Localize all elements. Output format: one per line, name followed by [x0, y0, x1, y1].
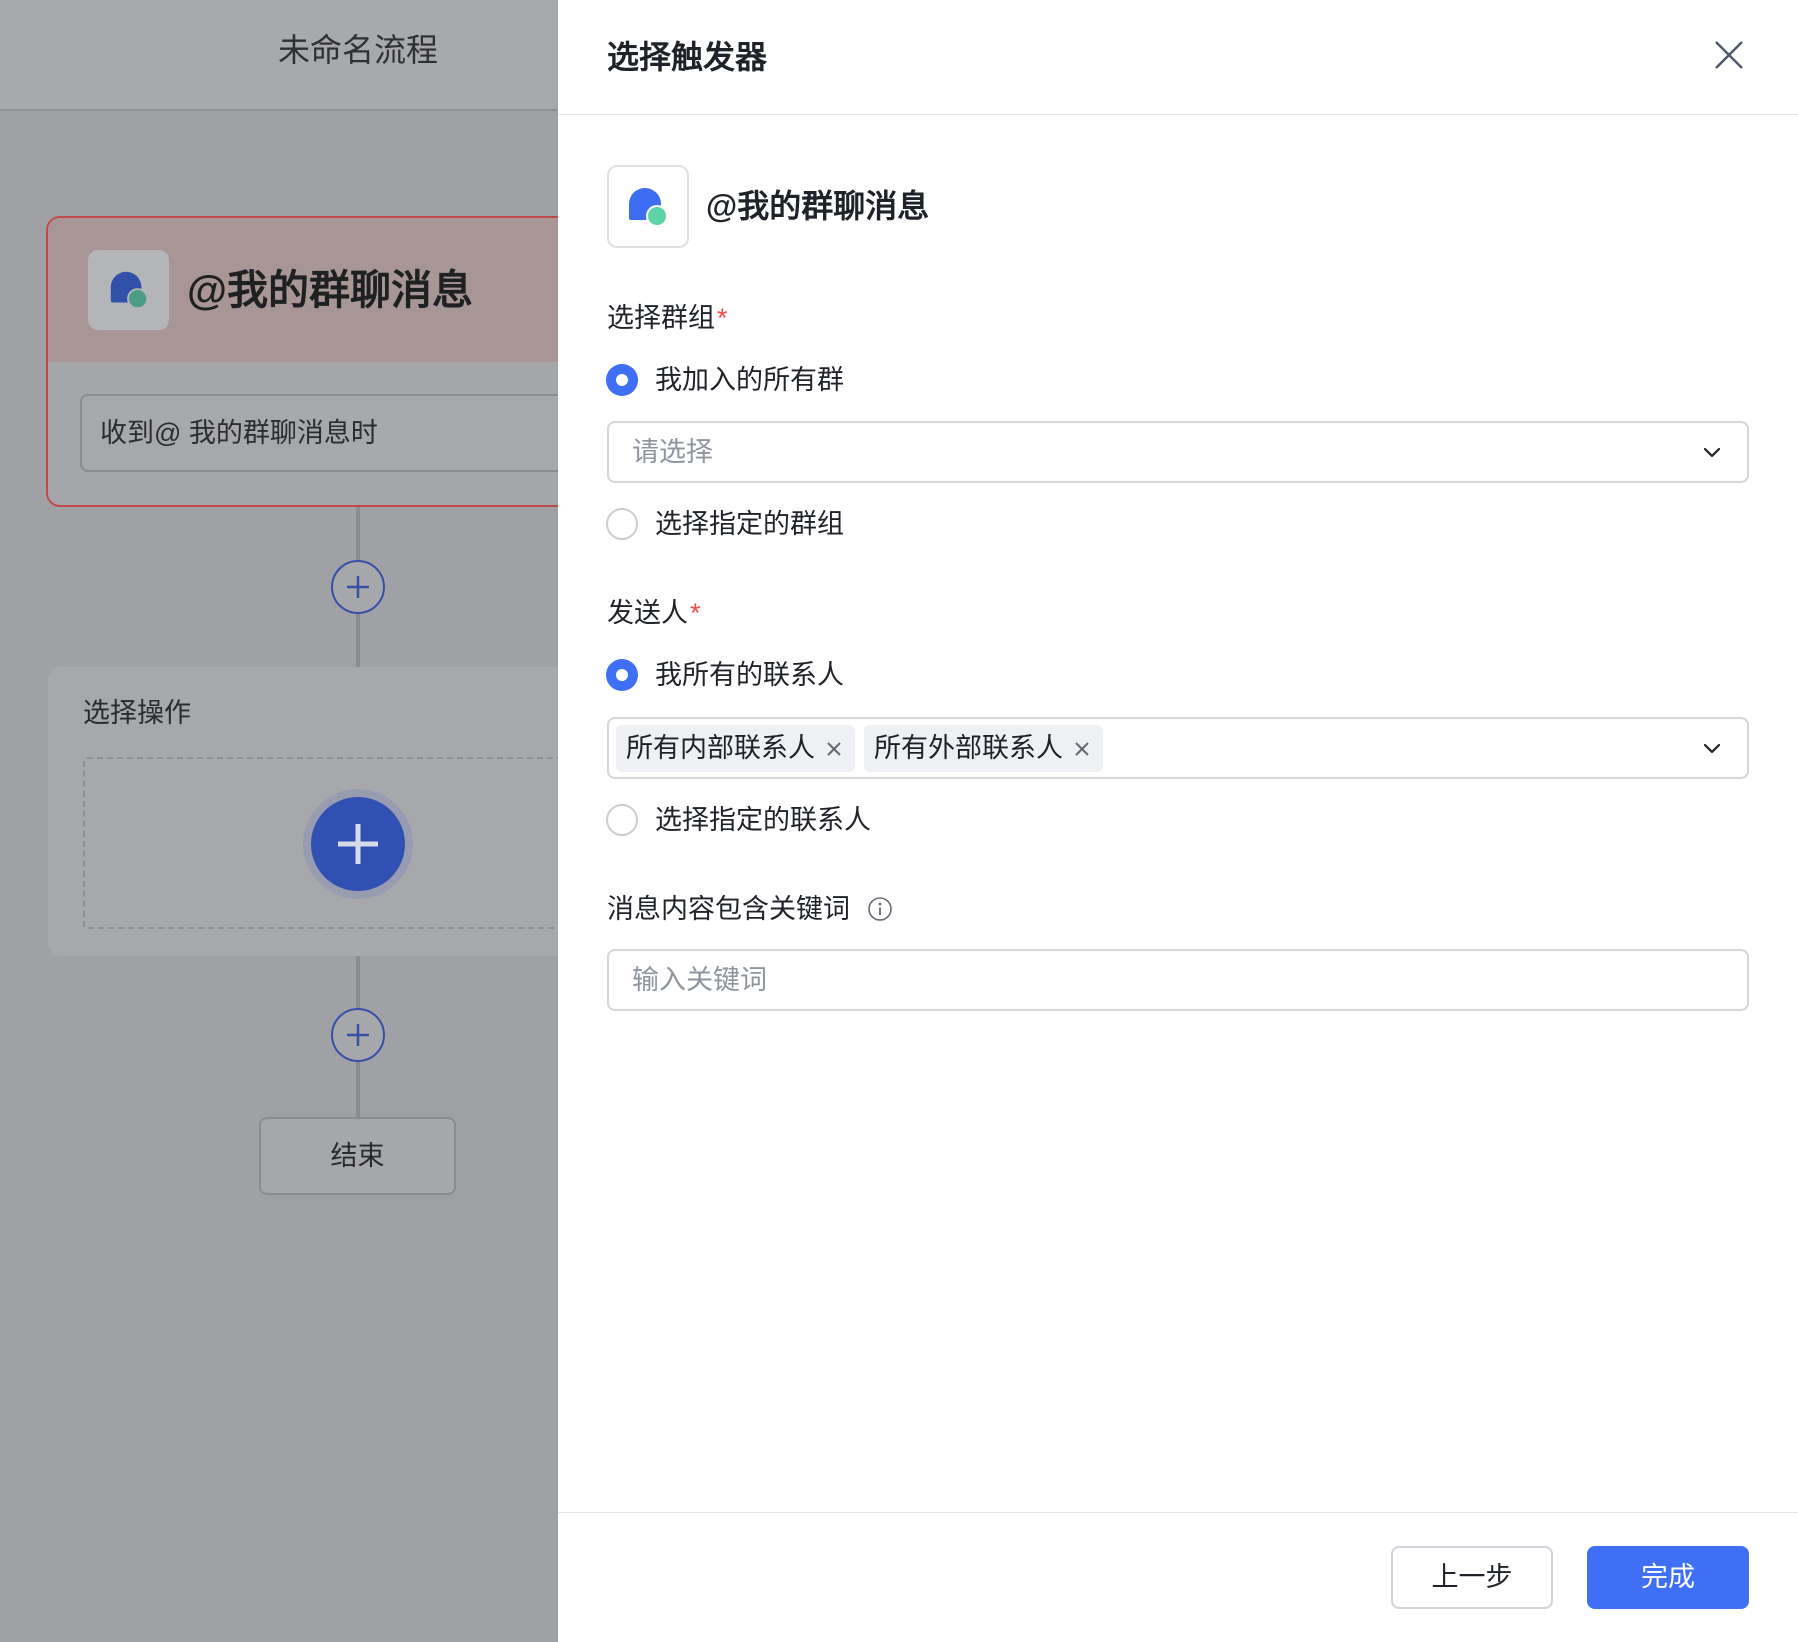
selected-tags: 所有内部联系人 所有外部联系人 — [616, 725, 1103, 772]
sender-field-label-text: 发送人 — [607, 598, 688, 628]
required-mark: * — [690, 598, 701, 628]
drawer-title: 选择触发器 — [607, 39, 768, 75]
group-field-label: 选择群组 * — [607, 298, 728, 338]
chat-bubbles-icon — [629, 187, 668, 227]
chevron-down-icon — [1703, 743, 1721, 754]
group-select[interactable]: 请选择 — [607, 421, 1749, 483]
radio-button[interactable] — [606, 804, 638, 836]
radio-label: 选择指定的联系人 — [655, 805, 871, 835]
sender-multi-select[interactable]: 所有内部联系人 所有外部联系人 — [607, 717, 1749, 779]
tag-label: 所有内部联系人 — [626, 733, 815, 763]
close-icon[interactable] — [1073, 740, 1091, 758]
radio-specific-groups[interactable]: 选择指定的群组 — [606, 504, 844, 544]
trigger-icon-box — [607, 165, 689, 248]
radio-label: 我所有的联系人 — [655, 660, 844, 690]
footer-divider — [558, 1512, 1798, 1513]
drawer-header: 选择触发器 — [558, 0, 1798, 115]
chevron-down-icon — [1703, 447, 1721, 458]
trigger-name: @我的群聊消息 — [706, 188, 930, 224]
tag-internal-contacts: 所有内部联系人 — [616, 725, 855, 772]
radio-label: 我加入的所有群 — [655, 365, 844, 395]
keyword-field-label: 消息内容包含关键词 — [607, 889, 893, 929]
sender-field-label: 发送人 * — [607, 593, 701, 633]
radio-specific-contacts[interactable]: 选择指定的联系人 — [606, 800, 871, 840]
group-field-label-text: 选择群组 — [607, 303, 715, 333]
group-select-placeholder: 请选择 — [632, 437, 713, 467]
radio-all-contacts[interactable]: 我所有的联系人 — [606, 655, 844, 695]
radio-button[interactable] — [606, 364, 638, 396]
tag-label: 所有外部联系人 — [874, 733, 1063, 763]
close-icon[interactable] — [1713, 39, 1745, 71]
required-mark: * — [717, 303, 728, 333]
done-button[interactable]: 完成 — [1587, 1546, 1749, 1609]
radio-button[interactable] — [606, 508, 638, 540]
drawer-mask[interactable] — [0, 0, 558, 1642]
info-icon[interactable] — [867, 896, 893, 922]
keyword-input[interactable] — [607, 949, 1749, 1011]
radio-all-groups[interactable]: 我加入的所有群 — [606, 360, 844, 400]
close-icon[interactable] — [825, 740, 843, 758]
tag-external-contacts: 所有外部联系人 — [864, 725, 1103, 772]
previous-step-button[interactable]: 上一步 — [1391, 1546, 1553, 1609]
keyword-field-label-text: 消息内容包含关键词 — [607, 894, 850, 924]
radio-label: 选择指定的群组 — [655, 509, 844, 539]
trigger-drawer: 选择触发器 @我的群聊消息 选择群组 * 我加入的所有群 请选择 选择指定的群组 … — [558, 0, 1798, 1642]
radio-button[interactable] — [606, 659, 638, 691]
